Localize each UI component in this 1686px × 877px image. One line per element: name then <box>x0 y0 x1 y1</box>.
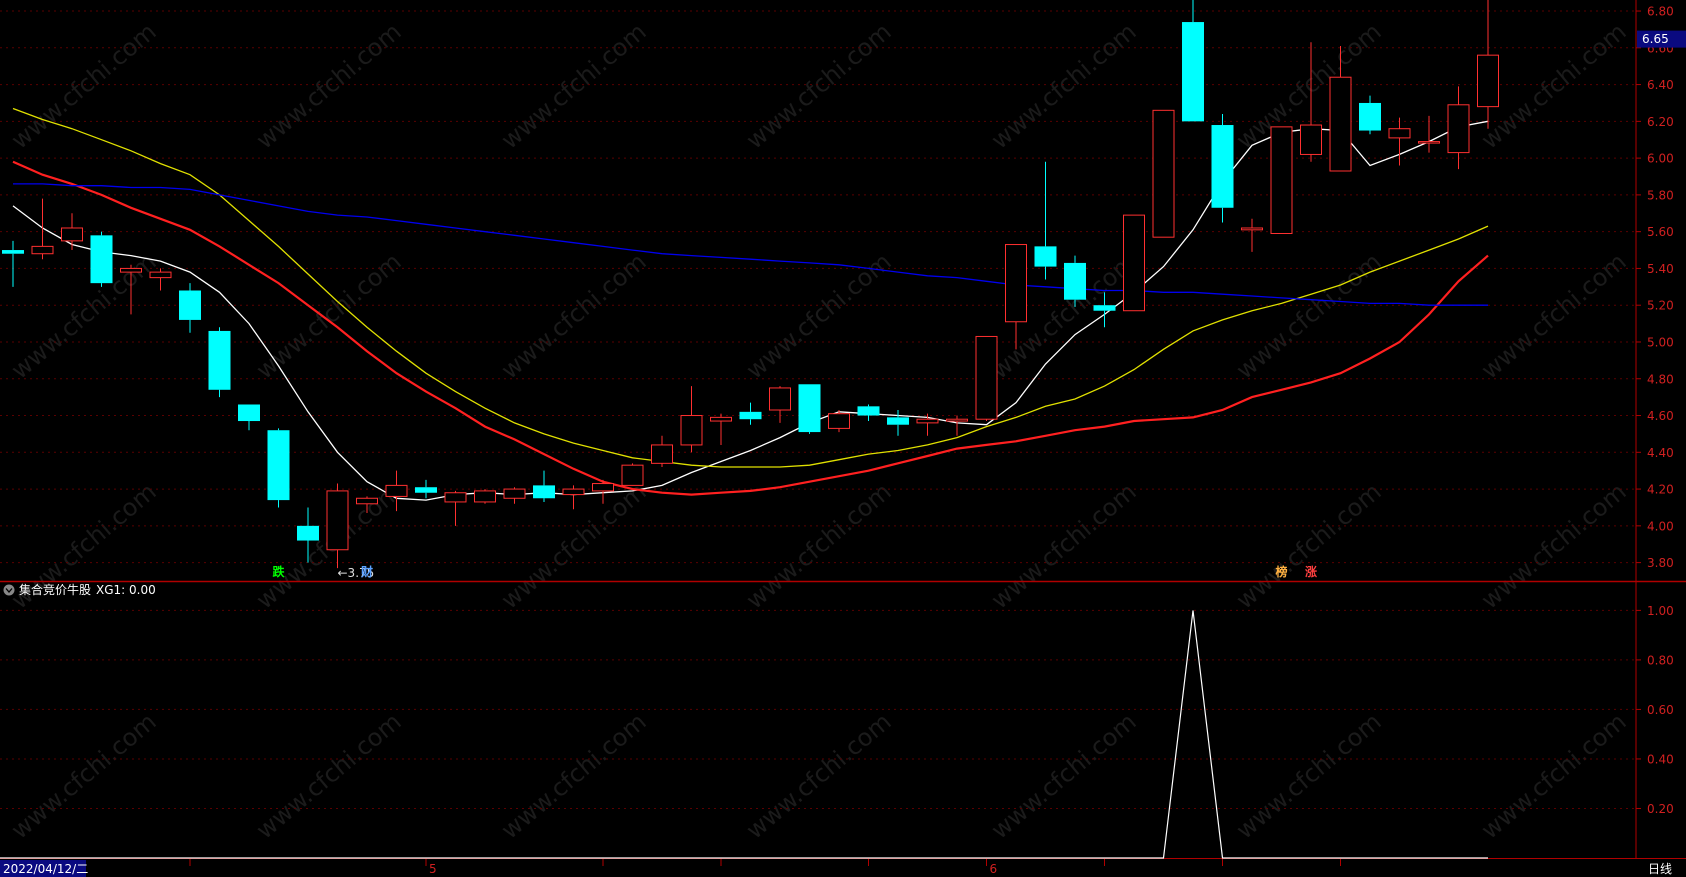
candle-body <box>356 497 378 505</box>
candle-body <box>857 406 880 416</box>
candle <box>1211 113 1234 223</box>
candle-body <box>61 227 83 242</box>
current-price-label: 6.65 <box>1642 32 1669 46</box>
candle-body <box>975 335 998 420</box>
candle <box>1152 109 1175 238</box>
indicator-tick-label: 0.20 <box>1647 802 1674 816</box>
price-tick-label: 6.00 <box>1647 152 1674 166</box>
event-marker: 涨 <box>1305 564 1317 579</box>
price-tick-label: 5.60 <box>1647 225 1674 239</box>
candle-body <box>1447 104 1470 154</box>
price-tick-label: 6.40 <box>1647 78 1674 92</box>
candle-body <box>1152 109 1175 238</box>
candle-body <box>916 418 939 424</box>
date-label: 2022/04/12/二 <box>3 862 88 876</box>
price-tick-label: 5.20 <box>1647 299 1674 313</box>
candle-body <box>238 404 260 422</box>
month-label: 6 <box>990 862 998 876</box>
candle-body <box>769 387 791 411</box>
price-tick-label: 6.80 <box>1647 5 1674 19</box>
event-marker: 榜 <box>1276 564 1288 579</box>
candle-body <box>120 267 142 273</box>
price-tick-label: 4.60 <box>1647 409 1674 423</box>
price-tick-label: 4.00 <box>1647 519 1674 533</box>
price-tick-label: 5.80 <box>1647 188 1674 202</box>
candle-body <box>1064 262 1086 300</box>
candle <box>975 335 998 422</box>
candle-body <box>267 430 290 501</box>
candle-body <box>1418 141 1440 144</box>
candle-body <box>1005 244 1027 323</box>
candle-body <box>1300 124 1322 155</box>
stock-chart[interactable]: www.cfchi.com www.cfchi.com www.cfchi.com w… <box>0 0 1686 877</box>
candle-body <box>149 271 172 279</box>
candle-body <box>1093 305 1116 311</box>
candle-body <box>1388 128 1411 139</box>
candle-body <box>621 464 644 486</box>
candle <box>1123 214 1145 312</box>
candle-body <box>680 415 703 446</box>
candle-body <box>2 250 24 254</box>
period-label: 日线 <box>1648 862 1672 876</box>
candle <box>90 231 113 287</box>
high-price-annotation: 6.92 <box>1205 0 1232 1</box>
candle-body <box>90 235 113 284</box>
price-tick-label: 4.20 <box>1647 483 1674 497</box>
candle-body <box>444 492 467 503</box>
indicator-tick-label: 0.40 <box>1647 752 1674 766</box>
price-tick-label: 4.80 <box>1647 372 1674 386</box>
candle-body <box>1241 227 1263 231</box>
price-tick-label: 5.00 <box>1647 335 1674 349</box>
event-marker: 跌 <box>273 564 286 579</box>
indicator-tick-label: 0.80 <box>1647 653 1674 667</box>
candle-body <box>1270 126 1293 235</box>
candle-body <box>533 485 555 499</box>
price-tick-label: 3.80 <box>1647 556 1674 570</box>
candle-body <box>887 417 909 425</box>
candle-body <box>739 411 762 420</box>
candle-body <box>562 488 585 496</box>
candle-body <box>1211 125 1234 208</box>
candle <box>1270 126 1293 235</box>
price-tick-label: 4.40 <box>1647 446 1674 460</box>
indicator-title: 集合竞价牛股 <box>19 582 91 597</box>
candle-body <box>297 525 319 541</box>
candle-body <box>31 245 54 255</box>
candle-body <box>1329 76 1352 172</box>
candle-body <box>710 416 732 422</box>
candle-body <box>1359 102 1381 131</box>
indicator-tick-label: 1.00 <box>1647 604 1674 618</box>
candle-body <box>385 484 408 497</box>
indicator-value: XG1: 0.00 <box>96 583 156 597</box>
month-label: 5 <box>429 862 437 876</box>
price-tick-label: 5.40 <box>1647 262 1674 276</box>
candle <box>208 327 231 398</box>
collapse-icon <box>3 584 15 596</box>
indicator-tick-label: 0.60 <box>1647 703 1674 717</box>
candle-body <box>208 330 231 390</box>
candle-body <box>592 483 614 492</box>
candle-body <box>179 290 201 320</box>
candle-body <box>798 384 821 433</box>
candle <box>267 428 290 508</box>
candle <box>828 410 850 433</box>
candle-body <box>1123 214 1145 312</box>
candle-body <box>474 490 496 503</box>
candle-body <box>1477 54 1499 108</box>
candle <box>621 463 644 486</box>
candle-body <box>415 487 437 493</box>
candle <box>474 489 496 504</box>
candle-body <box>946 418 968 422</box>
candle-body <box>1182 22 1204 122</box>
candle-body <box>828 413 850 429</box>
candle-body <box>503 488 526 499</box>
candle <box>798 384 821 434</box>
candle-body <box>326 490 349 551</box>
candle <box>1064 255 1086 308</box>
price-tick-label: 6.20 <box>1647 115 1674 129</box>
candle-body <box>651 444 673 464</box>
candle-body <box>1034 246 1057 267</box>
event-marker: 财 <box>360 564 373 579</box>
